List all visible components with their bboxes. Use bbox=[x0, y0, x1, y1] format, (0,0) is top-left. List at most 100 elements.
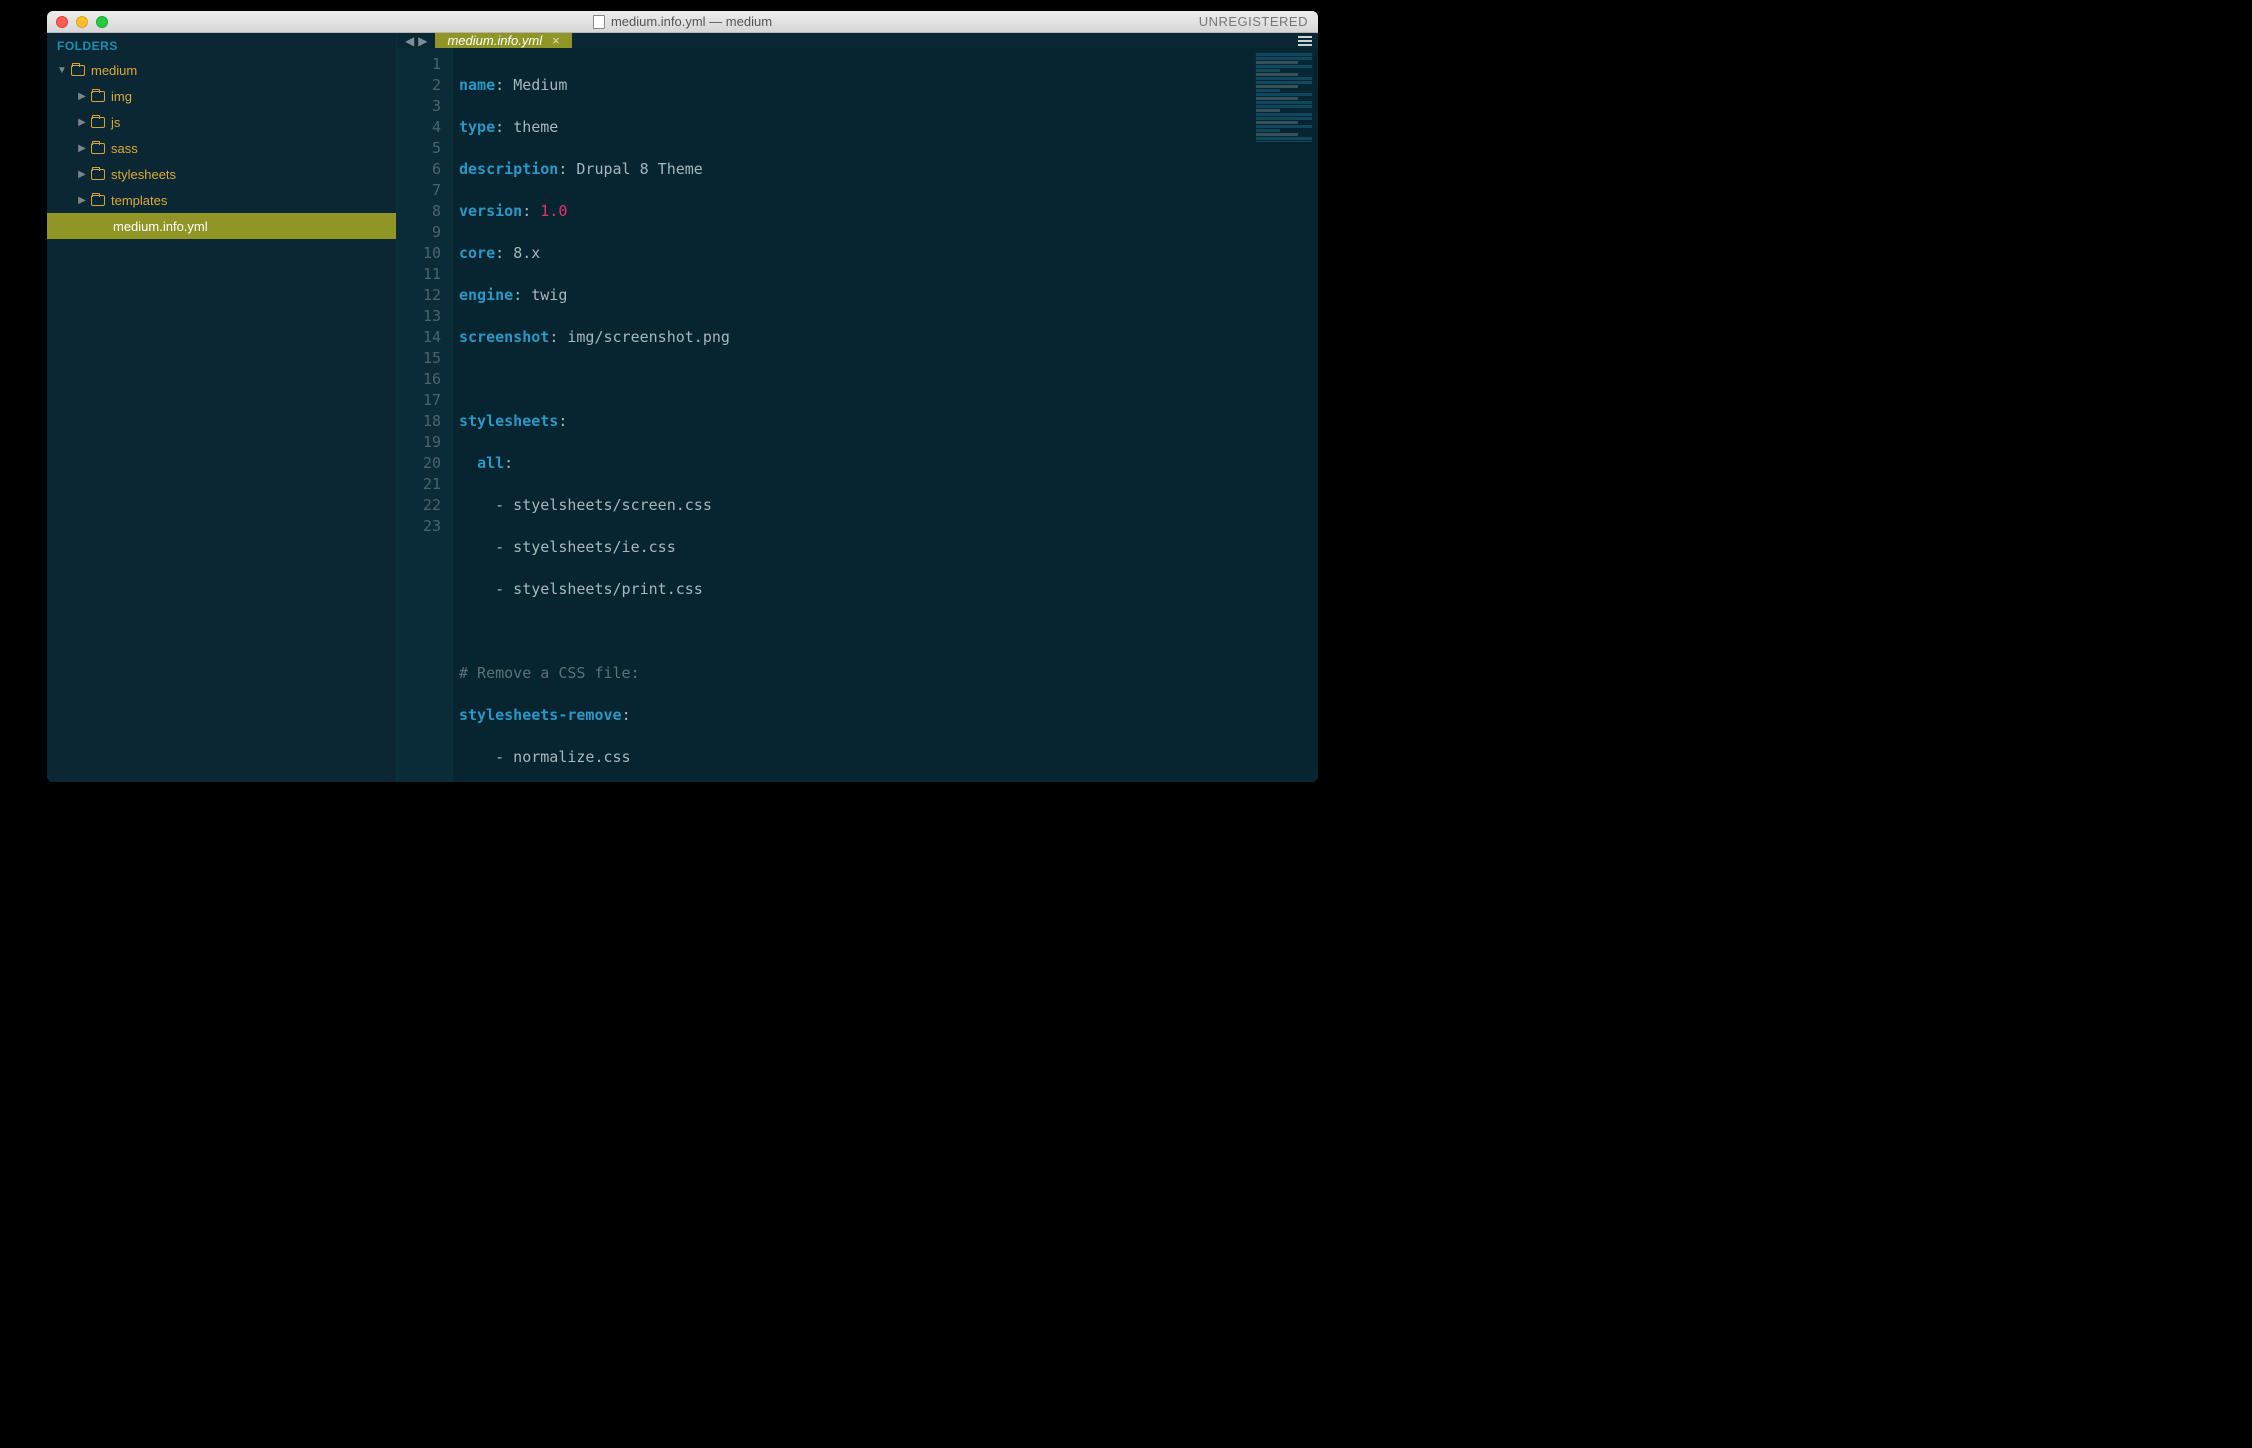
line-number: 10 bbox=[397, 243, 441, 264]
nav-back-icon[interactable]: ◀ bbox=[405, 34, 414, 48]
yaml-key: description bbox=[459, 160, 558, 178]
line-number: 14 bbox=[397, 327, 441, 348]
nav-forward-icon[interactable]: ▶ bbox=[418, 34, 427, 48]
line-number: 21 bbox=[397, 474, 441, 495]
tab-medium-info[interactable]: medium.info.yml × bbox=[435, 33, 571, 48]
folder-icon bbox=[91, 117, 105, 128]
folder-label: sass bbox=[111, 141, 138, 156]
tab-label: medium.info.yml bbox=[447, 33, 542, 48]
folder-icon bbox=[91, 195, 105, 206]
folders-header: FOLDERS bbox=[47, 33, 396, 57]
yaml-comment: # Remove a CSS file: bbox=[459, 664, 640, 682]
folder-icon bbox=[91, 143, 105, 154]
tree-folder-sass[interactable]: ▶ sass bbox=[47, 135, 396, 161]
tree-folder-img[interactable]: ▶ img bbox=[47, 83, 396, 109]
close-window-button[interactable] bbox=[56, 16, 68, 28]
tab-bar: ◀ ▶ medium.info.yml × bbox=[397, 33, 1318, 48]
folder-icon bbox=[91, 91, 105, 102]
chevron-right-icon: ▶ bbox=[77, 169, 87, 180]
yaml-key: all bbox=[477, 454, 504, 472]
chevron-right-icon: ▶ bbox=[77, 195, 87, 206]
tab-history-nav: ◀ ▶ bbox=[397, 33, 435, 48]
line-number: 9 bbox=[397, 222, 441, 243]
window-body: FOLDERS ▼ medium ▶ img ▶ js bbox=[47, 33, 1318, 782]
line-number: 17 bbox=[397, 390, 441, 411]
chevron-right-icon: ▶ bbox=[77, 143, 87, 154]
folder-label: img bbox=[111, 89, 132, 104]
editor[interactable]: 1 2 3 4 5 6 7 8 9 10 11 12 13 14 15 16 1 bbox=[397, 48, 1318, 782]
tree-folder-templates[interactable]: ▶ templates bbox=[47, 187, 396, 213]
folder-label: templates bbox=[111, 193, 167, 208]
chevron-right-icon: ▶ bbox=[77, 91, 87, 102]
minimize-window-button[interactable] bbox=[76, 16, 88, 28]
yaml-key: core bbox=[459, 244, 495, 262]
close-icon[interactable]: × bbox=[552, 33, 560, 48]
window-title-text: medium.info.yml — medium bbox=[611, 14, 772, 29]
yaml-list-item: - styelsheets/print.css bbox=[459, 580, 703, 598]
app-window: medium.info.yml — medium UNREGISTERED FO… bbox=[47, 11, 1318, 782]
line-number: 11 bbox=[397, 264, 441, 285]
window-title: medium.info.yml — medium bbox=[47, 14, 1318, 29]
line-number: 22 bbox=[397, 495, 441, 516]
folder-tree: ▼ medium ▶ img ▶ js ▶ sass bbox=[47, 57, 396, 239]
yaml-value: 1.0 bbox=[540, 202, 567, 220]
line-number: 4 bbox=[397, 117, 441, 138]
traffic-lights bbox=[56, 16, 108, 28]
yaml-list-item: - styelsheets/screen.css bbox=[459, 496, 712, 514]
folder-icon bbox=[71, 65, 85, 76]
yaml-key: version bbox=[459, 202, 522, 220]
line-number: 20 bbox=[397, 453, 441, 474]
line-number: 18 bbox=[397, 411, 441, 432]
minimap[interactable] bbox=[1254, 52, 1314, 142]
yaml-key: engine bbox=[459, 286, 513, 304]
tree-folder-root[interactable]: ▼ medium bbox=[47, 57, 396, 83]
titlebar: medium.info.yml — medium UNREGISTERED bbox=[47, 11, 1318, 33]
yaml-value: twig bbox=[531, 286, 567, 304]
folder-label: medium bbox=[91, 63, 137, 78]
unregistered-label: UNREGISTERED bbox=[1199, 14, 1308, 29]
chevron-right-icon: ▶ bbox=[77, 117, 87, 128]
zoom-window-button[interactable] bbox=[96, 16, 108, 28]
file-label: medium.info.yml bbox=[113, 219, 208, 234]
folder-icon bbox=[91, 169, 105, 180]
document-icon bbox=[593, 15, 605, 29]
yaml-value: Medium bbox=[513, 76, 567, 94]
gutter: 1 2 3 4 5 6 7 8 9 10 11 12 13 14 15 16 1 bbox=[397, 48, 453, 782]
tree-folder-stylesheets[interactable]: ▶ stylesheets bbox=[47, 161, 396, 187]
line-number: 6 bbox=[397, 159, 441, 180]
yaml-value: img/screenshot.png bbox=[567, 328, 730, 346]
editor-area: ◀ ▶ medium.info.yml × 1 2 3 4 5 bbox=[397, 33, 1318, 782]
yaml-value: theme bbox=[513, 118, 558, 136]
yaml-key: stylesheets bbox=[459, 412, 558, 430]
line-number: 5 bbox=[397, 138, 441, 159]
yaml-key: name bbox=[459, 76, 495, 94]
yaml-key: stylesheets-remove bbox=[459, 706, 622, 724]
line-number: 7 bbox=[397, 180, 441, 201]
sidebar: FOLDERS ▼ medium ▶ img ▶ js bbox=[47, 33, 397, 782]
menu-button[interactable] bbox=[1292, 33, 1318, 48]
tree-folder-js[interactable]: ▶ js bbox=[47, 109, 396, 135]
hamburger-icon bbox=[1298, 36, 1312, 46]
code-content[interactable]: name: Medium type: theme description: Dr… bbox=[453, 48, 1318, 782]
line-number: 19 bbox=[397, 432, 441, 453]
line-number: 2 bbox=[397, 75, 441, 96]
yaml-value: Drupal 8 Theme bbox=[576, 160, 702, 178]
line-number: 1 bbox=[397, 54, 441, 75]
line-number: 3 bbox=[397, 96, 441, 117]
folder-label: stylesheets bbox=[111, 167, 176, 182]
yaml-list-item: - styelsheets/ie.css bbox=[459, 538, 676, 556]
yaml-key: type bbox=[459, 118, 495, 136]
yaml-key: screenshot bbox=[459, 328, 549, 346]
line-number: 13 bbox=[397, 306, 441, 327]
line-number: 23 bbox=[397, 516, 441, 537]
line-number: 15 bbox=[397, 348, 441, 369]
tree-file-medium-info[interactable]: medium.info.yml bbox=[47, 213, 396, 239]
yaml-value: 8.x bbox=[513, 244, 540, 262]
folder-label: js bbox=[111, 115, 120, 130]
chevron-down-icon: ▼ bbox=[57, 65, 67, 76]
line-number: 12 bbox=[397, 285, 441, 306]
line-number: 16 bbox=[397, 369, 441, 390]
line-number: 8 bbox=[397, 201, 441, 222]
yaml-list-item: - normalize.css bbox=[459, 748, 631, 766]
tabbar-spacer bbox=[572, 33, 1292, 48]
